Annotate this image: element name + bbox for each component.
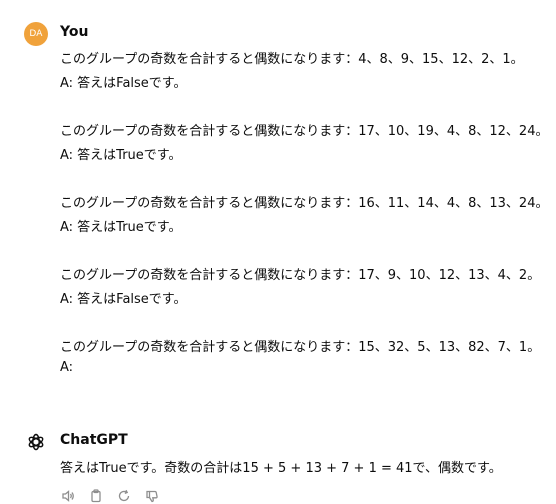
user-line-10: A:: [60, 360, 74, 375]
assistant-answer: 答えはTrueです。奇数の合計は15 + 5 + 13 + 7 + 1 = 41…: [60, 461, 502, 476]
user-line-9: このグループの奇数を合計すると偶数になります：15、32、5、13、82、7、1…: [60, 340, 541, 355]
user-line-2: A: 答えはFalseです。: [60, 76, 187, 91]
user-line-5: このグループの奇数を合計すると偶数になります：16、11、14、4、8、13、2…: [60, 196, 549, 211]
thumbs-down-icon[interactable]: [144, 488, 160, 504]
regenerate-icon[interactable]: [116, 488, 132, 504]
message-actions: [60, 488, 160, 504]
user-author-name: You: [60, 24, 89, 40]
user-avatar: DA: [24, 22, 48, 46]
assistant-author-name: ChatGPT: [60, 432, 128, 448]
speaker-icon[interactable]: [60, 488, 76, 504]
user-line-7: このグループの奇数を合計すると偶数になります：17、9、10、12、13、4、2…: [60, 268, 541, 283]
user-line-3: このグループの奇数を合計すると偶数になります：17、10、19、4、8、12、2…: [60, 124, 549, 139]
openai-logo-icon: [24, 430, 48, 454]
user-line-8: A: 答えはFalseです。: [60, 292, 187, 307]
user-line-4: A: 答えはTrueです。: [60, 148, 182, 163]
clipboard-icon[interactable]: [88, 488, 104, 504]
user-line-1: このグループの奇数を合計すると偶数になります：4、8、9、15、12、2、1。: [60, 52, 524, 67]
user-line-6: A: 答えはTrueです。: [60, 220, 182, 235]
user-avatar-initials: DA: [29, 29, 43, 39]
